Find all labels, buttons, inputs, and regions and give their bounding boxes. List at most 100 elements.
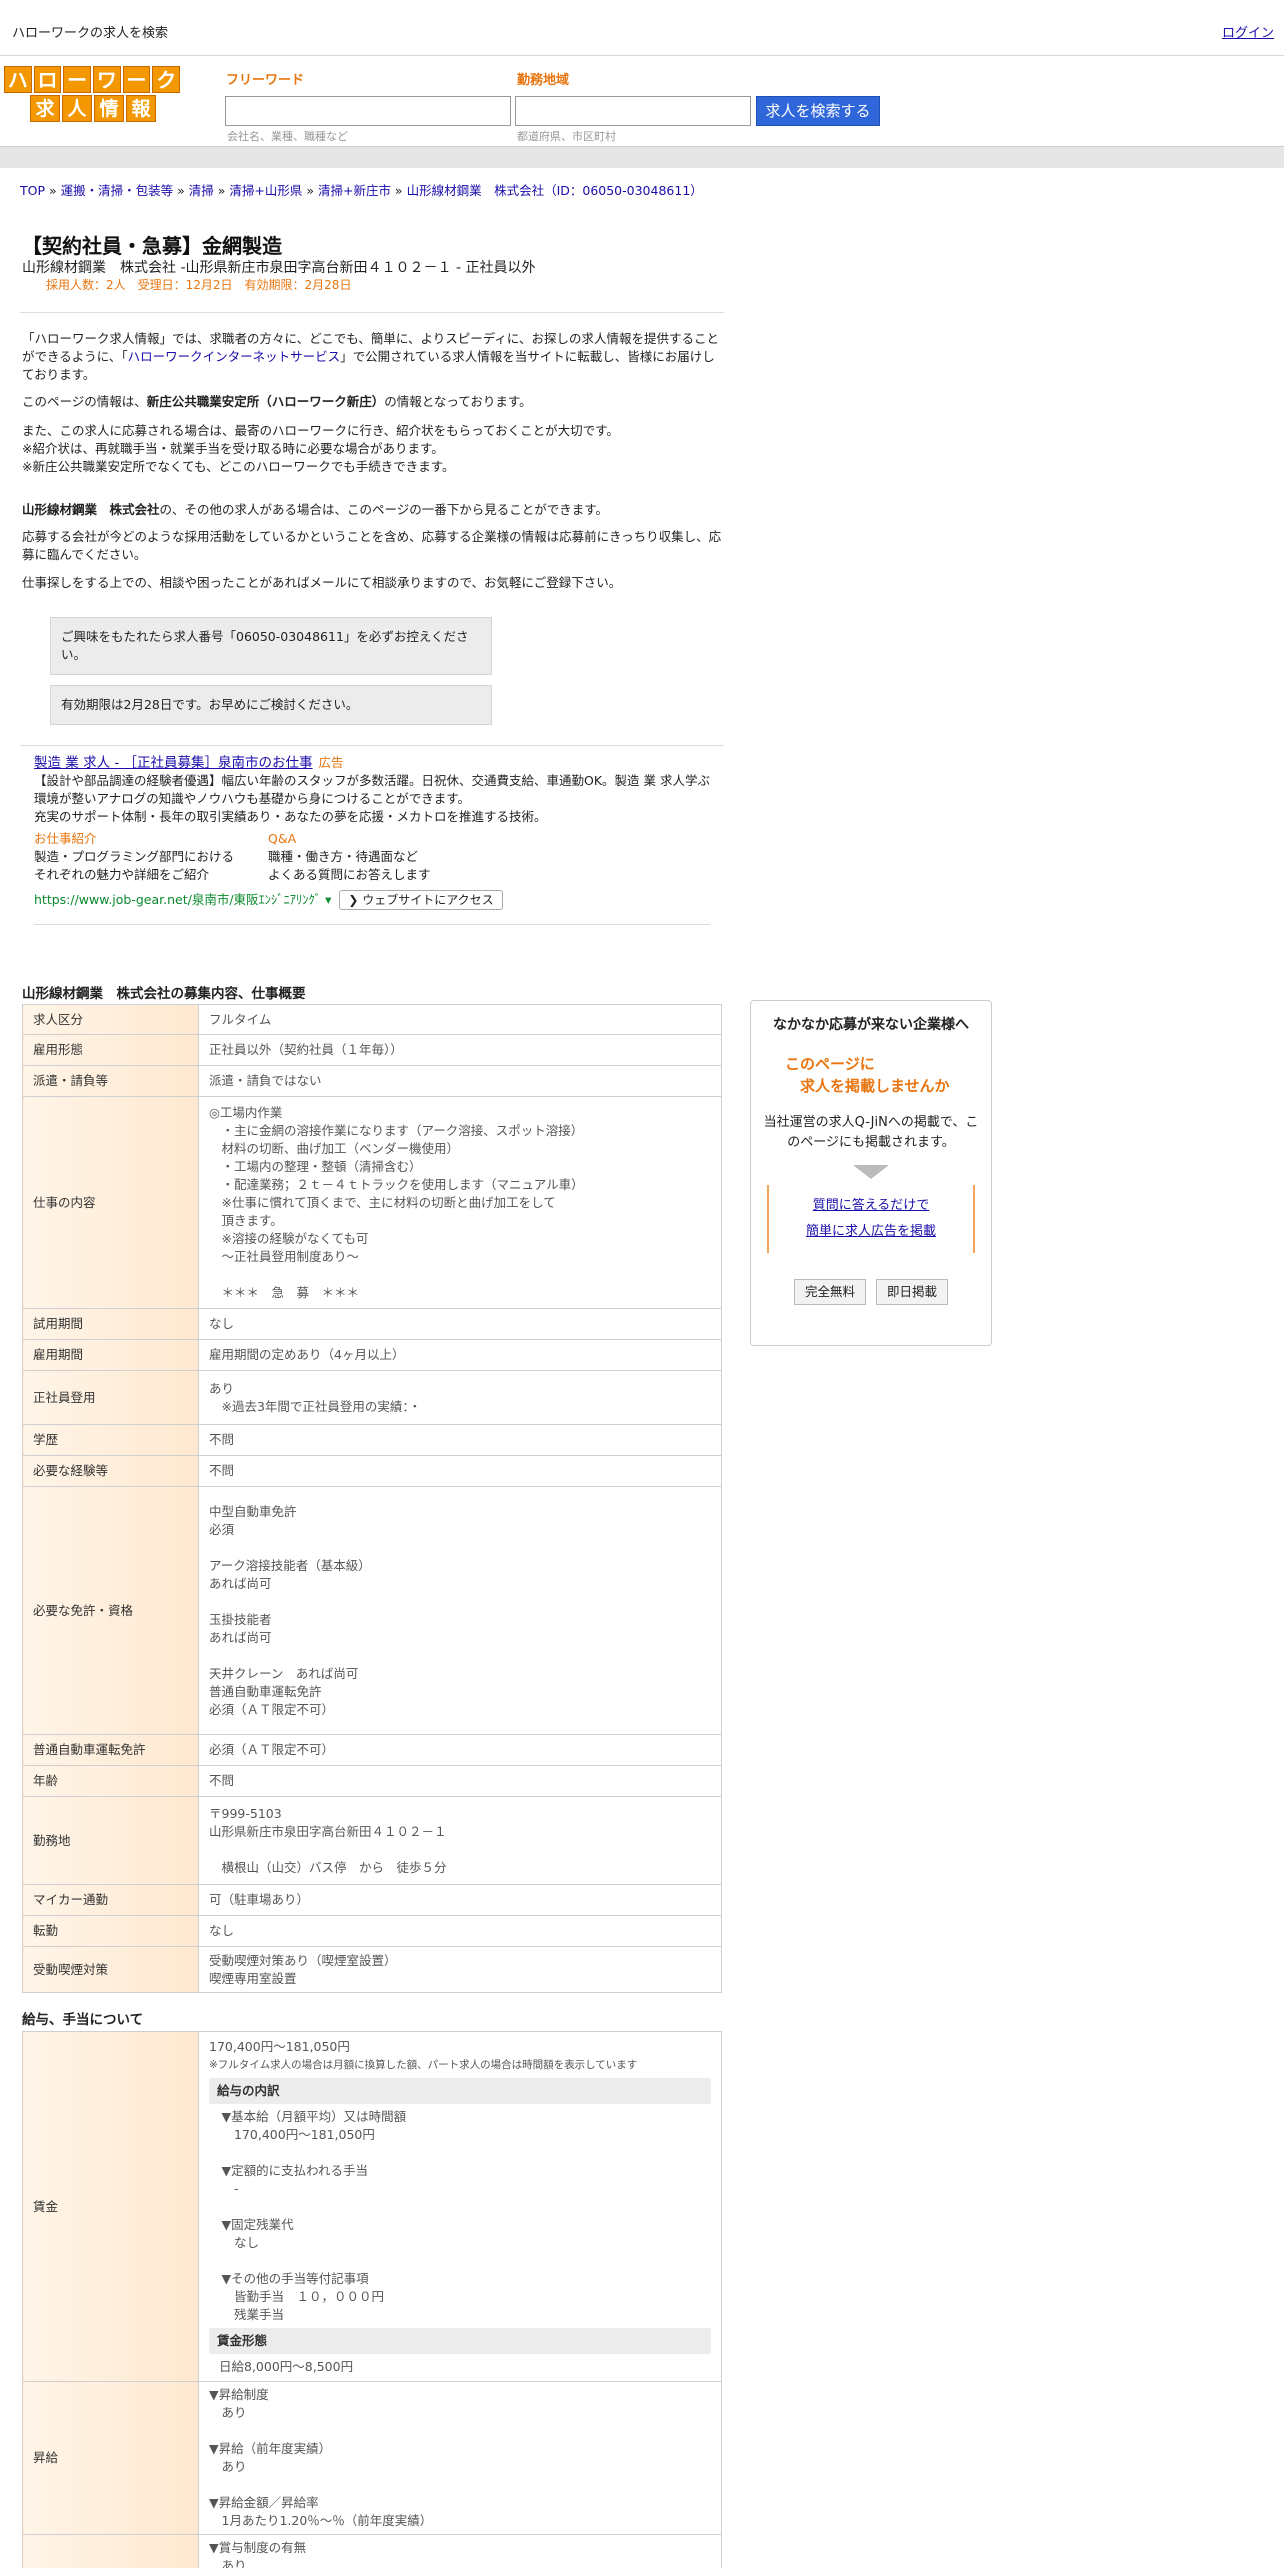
row-value: 中型自動車免許 必須 アーク溶接技能者（基本級） あれば尚可 玉掛技能者 あれば… [198,1486,722,1735]
row-label: 勤務地 [22,1796,199,1885]
wage-form: 日給8,000円〜8,500円 [219,2358,354,2374]
logo-char: 情 [94,95,124,122]
breadcrumb-category[interactable]: 運搬・清掃・包装等 [61,183,174,198]
row-label: 年齢 [22,1765,199,1797]
job-details-table: 求人区分 フルタイム 雇用形態 正社員以外（契約社員（１年毎）） 派遣・請負等 派遣・… [22,1004,722,1993]
breadcrumb-job[interactable]: 清掃 [189,183,214,198]
row-value: あり ※過去3年間で正社員登用の実績：・ [198,1370,722,1425]
divider [34,924,710,925]
ad-sitelink-text: 製造・プログラミング部門における [34,849,235,864]
promo-links: 質問に答えるだけで 簡単に求人広告を掲載 [767,1185,975,1254]
row-value: 不問 [198,1424,722,1456]
promo-link-2[interactable]: 簡単に求人広告を掲載 [769,1219,973,1245]
row-label: 必要な免許・資格 [22,1486,199,1735]
search-button[interactable]: 求人を検索する [756,96,880,126]
login-link[interactable]: ログイン [1222,25,1274,44]
ad-tag: 広告 [318,755,344,770]
site-logo[interactable]: ハ ロ ー ワ ー ク 求 人 情 報 [4,66,181,124]
row-value: 可（駐車場あり） [198,1884,722,1916]
logo-char: ハ [4,66,32,93]
notice-expiry: 有効期限は2月28日です。お早めにご検討ください。 [50,685,492,725]
breadcrumb-sep: » [302,183,318,198]
breadcrumb-top[interactable]: TOP [20,183,45,198]
divider-bar [0,146,1284,168]
table-row: 正社員登用 あり ※過去3年間で正社員登用の実績：・ [22,1370,722,1425]
divider [20,745,724,746]
ad-sitelink-text: 職種・働き方・待遇面など [268,849,419,864]
row-value: ◎工場内作業 ・主に金網の溶接作業になります（アーク溶接、スポット溶接） 材料の… [198,1096,722,1309]
logo-char: 人 [62,95,92,122]
area-input[interactable] [515,96,751,126]
intro-p3: また、この求人に応募される場合は、最寄のハローワークに行き、紹介状をもらっておく… [22,422,722,476]
table-row: ▼賞与制度の有無 あり [22,2534,722,2568]
ad-block: 製造 業 求人 - ［正社員募集］泉南市のお仕事 広告 【設計や部品調達の経験者優… [34,754,710,910]
divider [20,312,724,313]
breadcrumb-city[interactable]: 清掃+新庄市 [318,183,391,198]
chevron-down-icon[interactable]: ▾ [325,891,331,909]
row-label: 賃金 [22,2031,199,2382]
breadcrumb: TOP » 運搬・清掃・包装等 » 清掃 » 清掃+山形県 » 清掃+新庄市 »… [20,182,703,200]
breadcrumb-sep: » [45,183,61,198]
logo-char: 報 [126,95,156,122]
promo-link-1[interactable]: 質問に答えるだけで [769,1193,973,1219]
ad-desc: 充実のサポート体制・長年の取引実績あり・あなたの夢を応援・メカトロを推進する技術… [34,809,547,824]
breadcrumb-sep: » [213,183,230,198]
section-title-details: 山形線材鋼業 株式会社の募集内容、仕事概要 [22,986,306,1002]
freeword-label: フリーワード [226,73,305,88]
ad-visit-button[interactable]: ❯ ウェブサイトにアクセス [339,890,503,910]
logo-char: 求 [30,95,60,122]
promo-title: なかなか応募が来ない企業様へ [773,1017,969,1033]
row-label: 転勤 [22,1915,199,1947]
intro-text: の、その他の求人がある場合は、このページの一番下から見ることができます。 [159,502,609,517]
table-row: 昇給 ▼昇給制度 あり ▼昇給（前年度実績） あり ▼昇給金額／昇給率 1月あた… [22,2381,722,2535]
office-name: 新庄公共職業安定所（ハローワーク新庄） [146,394,385,409]
table-row: 必要な経験等 不問 [22,1455,722,1487]
row-value: 170,400円〜181,050円 ※フルタイム求人の場合は月額に換算した額、パ… [198,2031,722,2382]
row-label: マイカー通勤 [22,1884,199,1916]
table-row: 派遣・請負等 派遣・請負ではない [22,1065,722,1097]
breadcrumb-company[interactable]: 山形線材鋼業 株式会社（ID：06050-03048611） [407,183,703,198]
section-title-salary: 給与、手当について [22,2012,144,2028]
row-value: 必須（ＡＴ限定不可） [198,1734,722,1766]
hellowork-link[interactable]: ハローワークインターネットサービス [128,349,341,364]
ad-title[interactable]: 製造 業 求人 - ［正社員募集］泉南市のお仕事 [34,755,313,771]
table-row: 必要な免許・資格 中型自動車免許 必須 アーク溶接技能者（基本級） あれば尚可 玉… [22,1486,722,1735]
ad-sitelink-1[interactable]: お仕事紹介 製造・プログラミング部門における それぞれの魅力や詳細をご紹介 [34,830,264,884]
table-row: 普通自動車運転免許 必須（ＡＴ限定不可） [22,1734,722,1766]
logo-char: ー [63,66,92,93]
row-value: 受動喫煙対策あり（喫煙室設置） 喫煙専用室設置 [198,1946,722,1993]
row-label [22,2534,199,2568]
ad-sitelink-2[interactable]: Q&A 職種・働き方・待遇面など よくある質問にお答えします [268,830,431,884]
breadcrumb-pref[interactable]: 清掃+山形県 [229,183,302,198]
promo-catch: このページに 求人を掲載しませんか [751,1053,991,1097]
wage-range: 170,400円〜181,050円 [209,2038,350,2054]
ad-url[interactable]: https://www.job-gear.net/泉南市/東阪ｴﾝｼﾞﾆｱﾘﾝｸ… [34,891,321,909]
intro-p6: 山形線材鋼業 株式会社の、その他の求人がある場合は、このページの一番下から見るこ… [22,501,722,519]
intro-p8: 仕事探しをする上での、相談や困ったことがあればメールにて相談承りますので、お気軽… [22,575,622,590]
table-row: 受動喫煙対策 受動喫煙対策あり（喫煙室設置） 喫煙専用室設置 [22,1946,722,1993]
table-row: 雇用期間 雇用期間の定めあり（4ヶ月以上） [22,1339,722,1371]
intro-text: ※紹介状は、再就職手当・就業手当を受け取る時に必要な場合があります。 [22,441,444,456]
row-label: 雇用形態 [22,1034,199,1066]
row-value: 〒999-5103 山形県新庄市泉田字高台新田４１０２－１ 横根山（山交）バス停… [198,1796,722,1885]
table-row: 仕事の内容 ◎工場内作業 ・主に金網の溶接作業になります（アーク溶接、スポット溶接… [22,1096,722,1309]
promo-box: なかなか応募が来ない企業様へ このページに 求人を掲載しませんか 当社運営の求人… [750,1000,992,1346]
table-row: 求人区分 フルタイム [22,1004,722,1035]
intro-text: ※新庄公共職業安定所でなくても、どこのハローワークでも手続きできます。 [22,459,455,474]
row-label: 正社員登用 [22,1370,199,1425]
free-badge: 完全無料 [793,1279,866,1306]
job-title: 【契約社員・急募】金網製造 [22,234,282,258]
row-label: 雇用期間 [22,1339,199,1371]
intro-p2: このページの情報は、新庄公共職業安定所（ハローワーク新庄）の情報となっております… [22,393,722,411]
table-row: 年齢 不問 [22,1765,722,1797]
table-row: 勤務地 〒999-5103 山形県新庄市泉田字高台新田４１０２－１ 横根山（山交）… [22,1796,722,1885]
breadcrumb-sep: » [390,183,407,198]
wage-note: ※フルタイム求人の場合は月額に換算した額、パート求人の場合は時間額を表示していま… [209,2058,638,2071]
logo-char: ワ [93,66,121,93]
promo-catch-line: このページに [785,1055,875,1074]
area-hint: 都道府県、市区町村 [517,130,616,143]
row-value: ▼賞与制度の有無 あり [198,2534,722,2568]
notice-job-number: ご興味をもたれたら求人番号「06050-03048611」を必ずお控えください。 [50,617,492,675]
row-value: 雇用期間の定めあり（4ヶ月以上） [198,1339,722,1371]
freeword-input[interactable] [225,96,511,126]
